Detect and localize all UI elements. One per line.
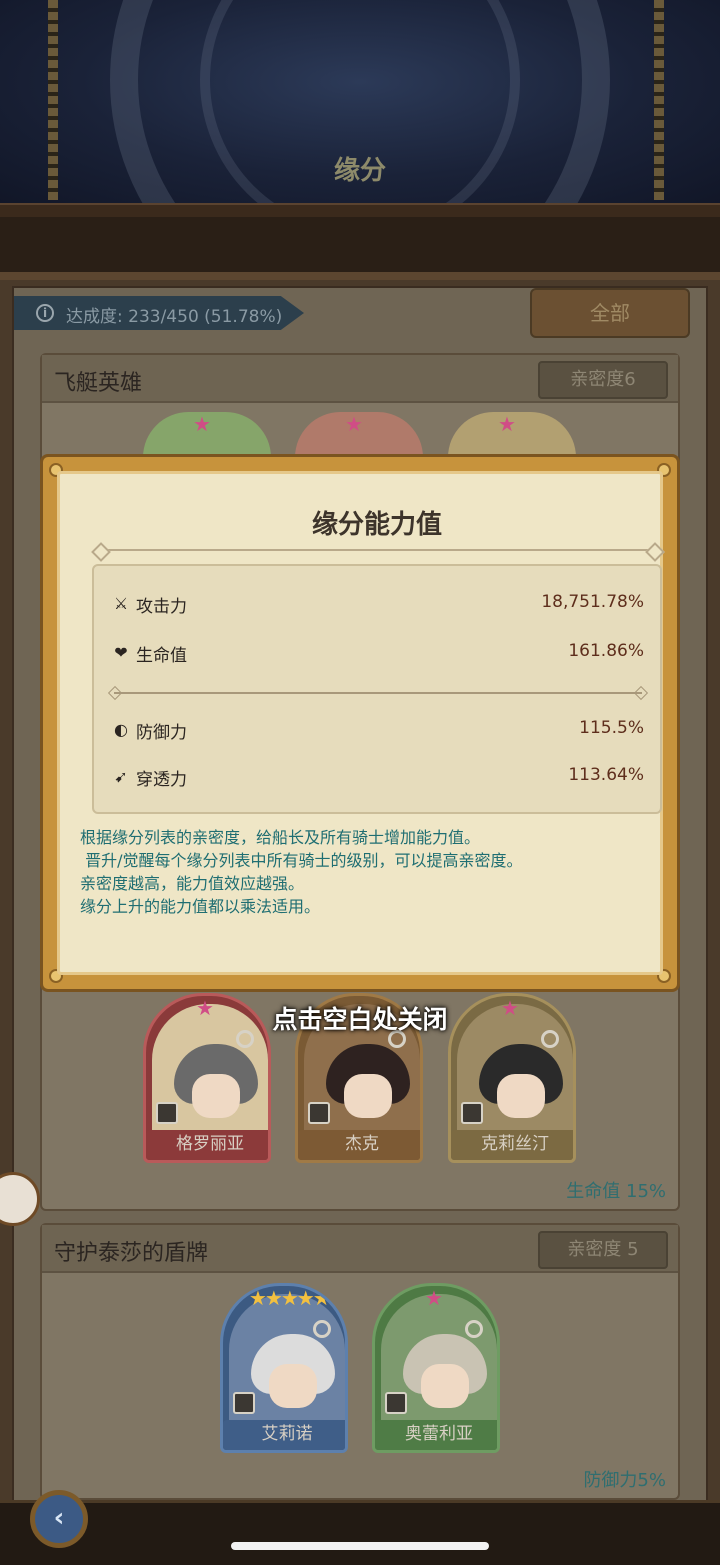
home-indicator[interactable] xyxy=(231,1542,489,1550)
affinity-group: 守护泰莎的盾牌 亲密度 5 防御力5% xyxy=(40,1223,680,1500)
description-line: 亲密度越高，能力值效应越强。 xyxy=(80,874,305,893)
back-arrow-icon[interactable]: ‹ xyxy=(30,1490,88,1548)
hero-face xyxy=(344,1074,392,1118)
modal-body: 缘分能力值 ⚔ 攻击力 18,751.78% ❤ 生命值 161.86% ◐ 防… xyxy=(57,471,663,975)
hero-face xyxy=(421,1364,469,1408)
page-title: 缘分 xyxy=(333,156,386,186)
star-icon: ★ xyxy=(425,1286,443,1310)
star-rating-icon: ★★★★★ xyxy=(249,1286,331,1310)
stats-box: ⚔ 攻击力 18,751.78% ❤ 生命值 161.86% ◐ 防御力 115… xyxy=(92,564,662,814)
tap-to-close-hint[interactable]: 点击空白处关闭 xyxy=(0,1000,720,1036)
group-bonus: 防御力5% xyxy=(583,1470,666,1491)
hero-name: 克莉丝汀 xyxy=(451,1130,573,1160)
hero-card[interactable]: ★★★★★ 艾莉诺 xyxy=(220,1283,348,1453)
shield-icon xyxy=(385,1392,407,1414)
stat-value: 161.86% xyxy=(568,641,644,661)
stat-label: 生命值 xyxy=(136,646,187,666)
affinity-badge: 亲密度 5 xyxy=(538,1231,668,1269)
progress-tag: i 达成度: 233/450 (51.78%) xyxy=(14,296,304,330)
group-bonus: 生命值 15% xyxy=(566,1181,666,1202)
star-icon: ★ xyxy=(193,412,211,436)
progress-text: 达成度: 233/450 (51.78%) xyxy=(66,307,283,327)
plus-icon xyxy=(156,1102,178,1124)
hero-face xyxy=(269,1364,317,1408)
group-title: 守护泰莎的盾牌 xyxy=(54,1241,209,1266)
stats-divider xyxy=(114,692,642,694)
hero-name: 杰克 xyxy=(298,1130,420,1160)
sword-icon xyxy=(461,1102,483,1124)
hero-face xyxy=(497,1074,545,1118)
star-icon: ★ xyxy=(498,412,516,436)
group-header: 守护泰莎的盾牌 亲密度 5 xyxy=(42,1225,678,1273)
modal-description: 根据缘分列表的亲密度，给船长及所有骑士增加能力值。 晋升/觉醒每个缘分列表中所有… xyxy=(80,826,660,918)
description-line: 晋升/觉醒每个缘分列表中所有骑士的级别，可以提高亲密度。 xyxy=(80,851,523,870)
affinity-badge: 亲密度6 xyxy=(538,361,668,399)
group-title: 飞艇英雄 xyxy=(54,371,143,396)
star-icon: ★ xyxy=(345,412,363,436)
shield-icon xyxy=(308,1102,330,1124)
zoom-icon[interactable] xyxy=(465,1320,483,1338)
hero-name: 艾莉诺 xyxy=(223,1420,345,1450)
stat-row: ⚔ 攻击力 18,751.78% xyxy=(112,590,644,620)
title-divider xyxy=(100,549,656,551)
filter-all-button[interactable]: 全部 xyxy=(530,288,690,338)
pierce-icon: ➹ xyxy=(114,767,128,786)
heart-plus-icon: ❤ xyxy=(114,643,128,662)
half-shield-icon: ◐ xyxy=(114,720,128,739)
affinity-stats-modal: 缘分能力值 ⚔ 攻击力 18,751.78% ❤ 生命值 161.86% ◐ 防… xyxy=(40,454,680,992)
stat-value: 113.64% xyxy=(568,765,644,785)
modal-title: 缘分能力值 xyxy=(311,510,442,540)
bottom-bar xyxy=(0,1500,720,1565)
zoom-icon[interactable] xyxy=(313,1320,331,1338)
shield-icon xyxy=(233,1392,255,1414)
header-border xyxy=(0,203,720,217)
app-screen: 缘分 i 达成度: 233/450 (51.78%) 全部 飞艇英雄 亲密度6 … xyxy=(0,0,720,1565)
stat-row: ❤ 生命值 161.86% xyxy=(112,639,644,669)
sword-icon: ⚔ xyxy=(113,594,129,613)
group-header: 飞艇英雄 亲密度6 xyxy=(42,355,678,403)
hero-face xyxy=(192,1074,240,1118)
header-banner: 缘分 xyxy=(0,0,720,330)
stat-label: 攻击力 xyxy=(136,597,187,617)
description-line: 根据缘分列表的亲密度，给船长及所有骑士增加能力值。 xyxy=(80,828,481,847)
hero-name: 格罗丽亚 xyxy=(146,1130,268,1160)
stat-value: 115.5% xyxy=(579,718,644,738)
stat-value: 18,751.78% xyxy=(541,592,644,612)
stat-label: 穿透力 xyxy=(136,770,187,790)
stat-row: ◐ 防御力 115.5% xyxy=(112,716,644,746)
description-line: 缘分上升的能力值都以乘法适用。 xyxy=(80,897,321,916)
hero-name: 奥蕾利亚 xyxy=(375,1420,497,1450)
header-strip xyxy=(0,217,720,275)
info-icon[interactable]: i xyxy=(36,304,54,322)
stat-row: ➹ 穿透力 113.64% xyxy=(112,763,644,793)
stat-label: 防御力 xyxy=(136,723,187,743)
hero-card[interactable]: ★ 奥蕾利亚 xyxy=(372,1283,500,1453)
